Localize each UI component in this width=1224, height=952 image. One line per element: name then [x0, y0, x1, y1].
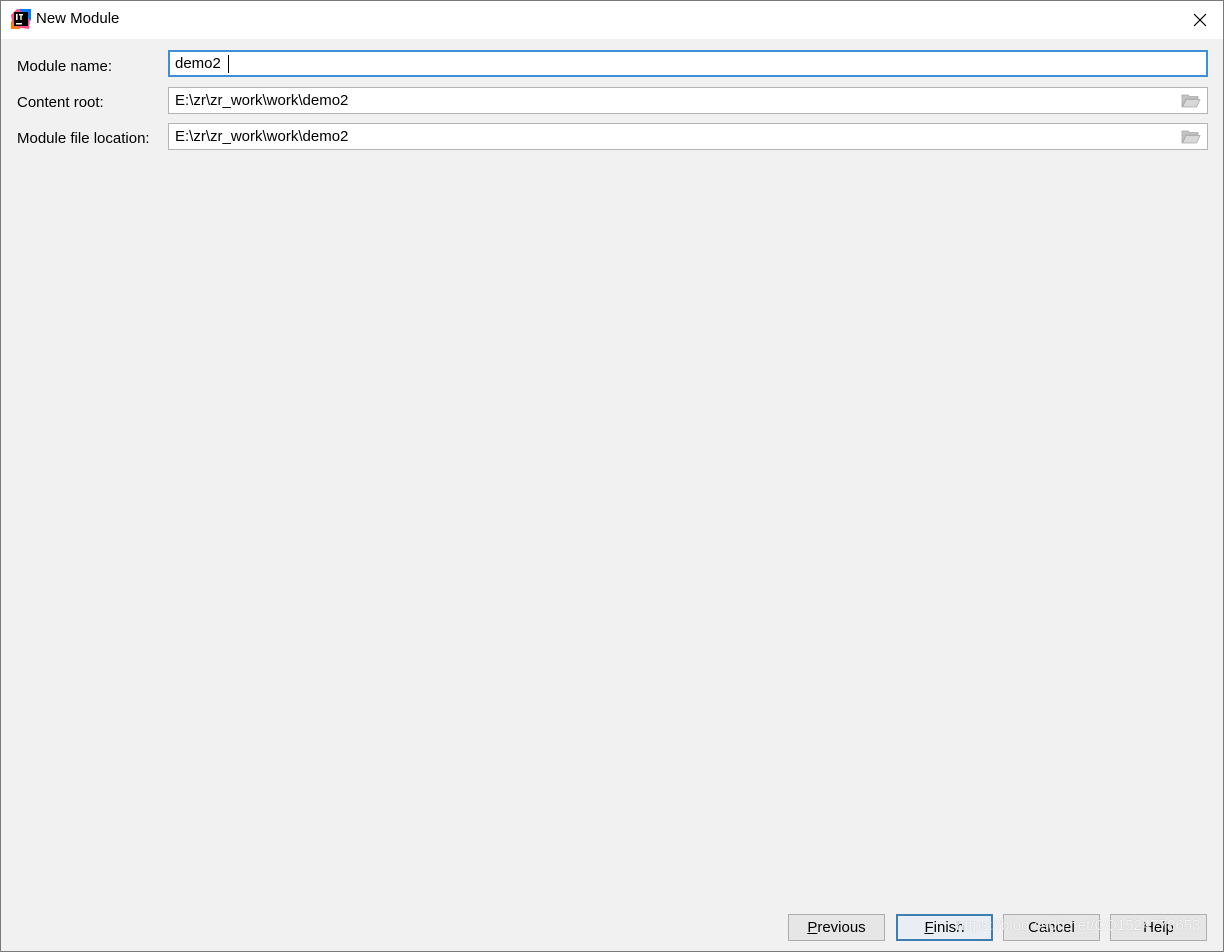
previous-mnemonic: P	[807, 919, 818, 936]
folder-open-icon[interactable]	[1181, 128, 1201, 145]
help-button[interactable]: Help	[1110, 914, 1207, 941]
module-file-location-browse-button[interactable]	[1181, 128, 1201, 145]
module-file-location-value: E:\zr\zr_work\work\demo2	[175, 128, 349, 145]
cancel-button[interactable]: Cancel	[1003, 914, 1100, 941]
module-name-value: demo2	[175, 55, 221, 72]
close-icon[interactable]	[1193, 13, 1207, 27]
content-root-label: Content root:	[17, 94, 104, 111]
folder-open-icon[interactable]	[1181, 92, 1201, 109]
finish-button[interactable]: Finish	[896, 914, 993, 941]
module-name-label: Module name:	[17, 58, 113, 75]
content-root-value: E:\zr\zr_work\work\demo2	[175, 92, 349, 109]
finish-mnemonic: F	[924, 919, 934, 936]
text-caret	[228, 55, 229, 73]
content-root-input[interactable]: E:\zr\zr_work\work\demo2	[168, 87, 1208, 114]
title-bar: New Module	[1, 1, 1223, 39]
finish-label: inish	[933, 919, 965, 936]
close-button[interactable]	[1177, 1, 1223, 39]
window-title: New Module	[36, 10, 120, 27]
intellij-idea-icon	[11, 9, 31, 29]
module-file-location-input[interactable]: E:\zr\zr_work\work\demo2	[168, 123, 1208, 150]
new-module-dialog: New Module Module name: demo2 Content ro…	[0, 0, 1224, 952]
module-file-location-label: Module file location:	[17, 130, 150, 147]
module-name-input[interactable]: demo2	[168, 50, 1208, 77]
previous-button[interactable]: Previous	[788, 914, 885, 941]
content-root-browse-button[interactable]	[1181, 92, 1201, 109]
previous-label: revious	[817, 919, 866, 936]
